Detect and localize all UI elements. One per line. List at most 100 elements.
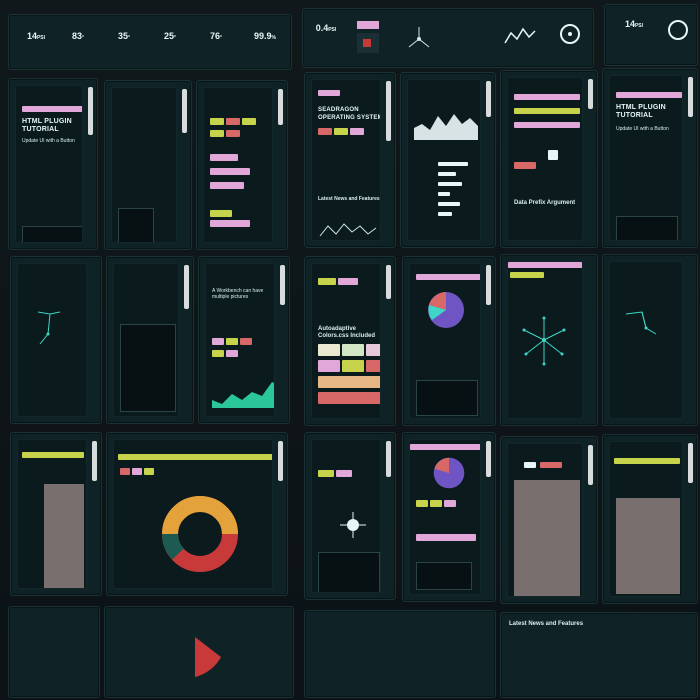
stat-value: 83	[71, 31, 82, 41]
dashboard-wall: 14PSI 83° 35° 25° 76° 99.9% 0.4PSI 14PSI…	[0, 0, 700, 700]
scrollbar[interactable]	[92, 441, 97, 481]
tile[interactable]	[210, 210, 232, 217]
tile[interactable]	[350, 128, 364, 135]
tile[interactable]	[342, 360, 364, 372]
tile[interactable]	[318, 128, 332, 135]
tile[interactable]	[210, 154, 238, 161]
scrollbar[interactable]	[386, 265, 391, 299]
tile[interactable]	[444, 500, 456, 507]
tile[interactable]	[548, 150, 558, 160]
tile[interactable]	[242, 118, 256, 125]
tile[interactable]	[212, 350, 224, 357]
tile[interactable]	[366, 360, 380, 372]
panel-screen: A Workbench can have multiple pictures	[205, 263, 275, 417]
scrollbar[interactable]	[386, 81, 391, 141]
code-block	[616, 216, 678, 240]
gauge-icon	[555, 19, 585, 53]
bar	[438, 162, 468, 166]
header-pill	[410, 444, 480, 450]
tile[interactable]	[226, 130, 240, 137]
tile[interactable]	[210, 220, 250, 227]
scrollbar[interactable]	[588, 445, 593, 485]
panel-screen	[407, 79, 481, 241]
stat-value: 99.9	[254, 31, 272, 41]
tile[interactable]	[318, 392, 380, 404]
pill[interactable]	[540, 462, 562, 468]
tile[interactable]	[210, 118, 224, 125]
code-block	[22, 226, 82, 242]
tile[interactable]	[212, 338, 224, 345]
scrollbar[interactable]	[280, 265, 285, 305]
scrollbar[interactable]	[588, 79, 593, 109]
tutorial-title: HTML PLUGIN TUTORIAL	[22, 118, 72, 133]
scrollbar[interactable]	[278, 441, 283, 481]
pill[interactable]	[514, 94, 580, 100]
scrollbar[interactable]	[688, 77, 693, 117]
tile[interactable]	[366, 344, 380, 356]
tile[interactable]	[514, 162, 536, 169]
tile[interactable]	[430, 500, 442, 507]
code-block	[118, 208, 154, 242]
header-pill	[614, 458, 680, 464]
stat-temp-4: 76°	[199, 31, 233, 41]
tile[interactable]	[210, 182, 244, 189]
header-pill	[508, 262, 582, 268]
panel-screen	[311, 439, 381, 593]
tile[interactable]	[318, 376, 380, 388]
gauge-icon	[353, 17, 383, 57]
stat-unit: °	[174, 35, 176, 41]
panel-list-1	[10, 432, 102, 596]
scrollbar[interactable]	[486, 265, 491, 305]
stats-panel-right: 14PSI	[604, 4, 698, 66]
tile[interactable]	[318, 278, 336, 285]
scrollbar[interactable]	[88, 87, 93, 135]
panel-screen: Data Prefix Argument	[507, 77, 583, 241]
tile[interactable]	[210, 130, 224, 137]
panel-code-2	[106, 256, 194, 424]
tile[interactable]	[342, 344, 364, 356]
tile[interactable]	[416, 500, 428, 507]
code-block	[318, 552, 380, 592]
scrollbar[interactable]	[386, 441, 391, 477]
panel-donut	[106, 432, 288, 596]
tile[interactable]	[144, 468, 154, 475]
pill[interactable]	[524, 462, 536, 468]
tile[interactable]	[226, 338, 238, 345]
chart-icon	[503, 21, 537, 51]
tile[interactable]	[226, 118, 240, 125]
scrollbar[interactable]	[182, 89, 187, 133]
tile[interactable]	[210, 168, 250, 175]
tile[interactable]	[240, 338, 252, 345]
scrollbar[interactable]	[688, 443, 693, 483]
tile[interactable]	[416, 534, 476, 541]
network-icon	[620, 308, 660, 348]
header-pill	[118, 454, 272, 460]
panel-workbench: A Workbench can have multiple pictures	[198, 256, 290, 424]
scrollbar[interactable]	[486, 441, 491, 477]
panel-network-3	[602, 254, 698, 426]
tile[interactable]	[336, 470, 352, 477]
pill[interactable]	[510, 272, 544, 278]
gauge-icon	[663, 15, 693, 45]
tile[interactable]	[226, 350, 238, 357]
workbench-title: A Workbench can have multiple pictures	[212, 288, 264, 300]
stat-unit: PSI	[634, 23, 644, 29]
tile[interactable]	[132, 468, 142, 475]
scrollbar[interactable]	[278, 89, 283, 125]
tile[interactable]	[334, 128, 348, 135]
radial-chart-icon	[175, 627, 235, 687]
panel-screen: SEADRAGON OPERATING SYSTEM Latest News a…	[311, 79, 381, 241]
tile[interactable]	[318, 470, 334, 477]
pill[interactable]	[514, 108, 580, 114]
panel-screen	[111, 87, 177, 243]
tile[interactable]	[338, 278, 358, 285]
network-icon	[514, 310, 574, 370]
pill[interactable]	[514, 122, 580, 128]
panel-screen	[113, 263, 179, 417]
panel-list-2	[500, 436, 598, 604]
tile[interactable]	[120, 468, 130, 475]
scrollbar[interactable]	[184, 265, 189, 309]
tile[interactable]	[318, 344, 340, 356]
scrollbar[interactable]	[486, 81, 491, 117]
tile[interactable]	[318, 360, 340, 372]
